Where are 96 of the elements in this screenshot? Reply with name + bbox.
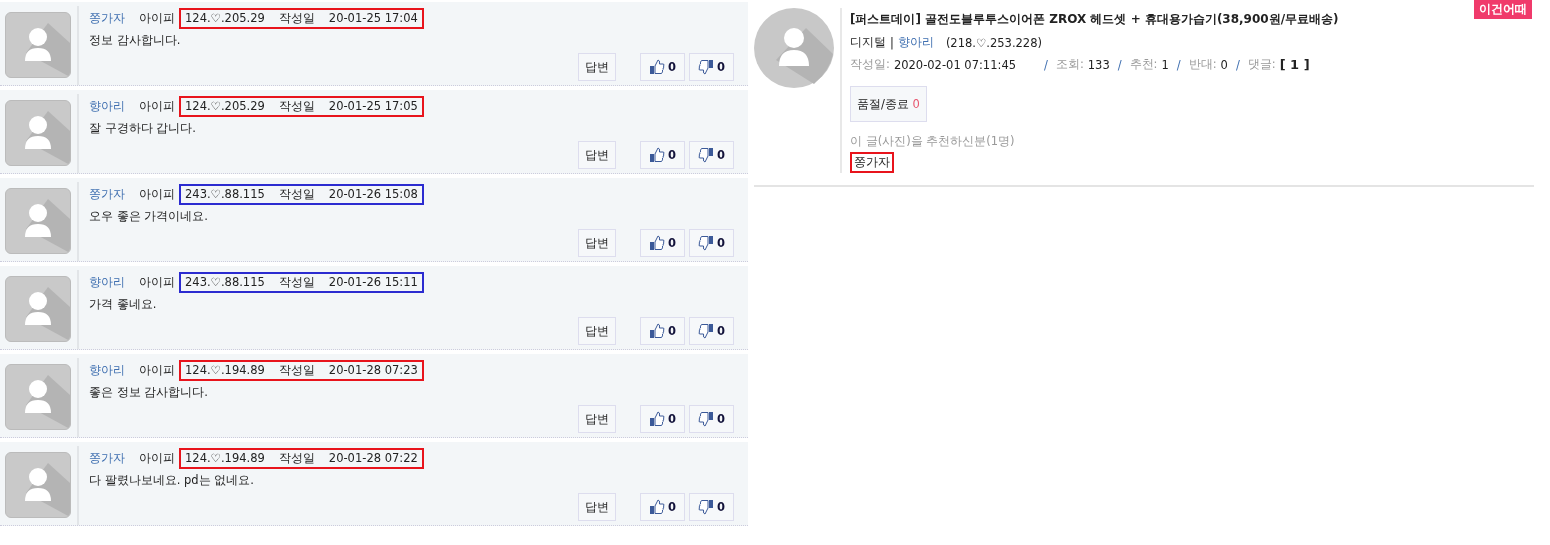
reply-button[interactable]: 답변	[577, 493, 616, 521]
date-label: 작성일	[278, 363, 315, 378]
recommend-badge: 이건어때	[1474, 0, 1532, 19]
avatar-icon	[5, 364, 71, 430]
avatar-icon	[5, 100, 71, 166]
thumbs-down-icon	[698, 411, 714, 427]
ip-address: 124.♡.205.29	[185, 99, 265, 114]
avatar-icon	[5, 276, 71, 342]
date-label: 작성일	[278, 11, 315, 26]
dislike-button[interactable]: 0	[689, 493, 734, 521]
date-label: 작성일	[278, 99, 315, 114]
thumbs-up-icon	[648, 411, 665, 427]
date-label: 작성일	[278, 187, 315, 202]
ip-address: 243.♡.88.115	[185, 275, 265, 290]
avatar-icon	[5, 188, 71, 254]
separator: /	[1176, 57, 1181, 72]
comment-text: 오우 좋은 가격이네요.	[89, 209, 209, 224]
separator: |	[890, 35, 894, 50]
ip-label: 아이피	[139, 363, 175, 378]
meta-label: 작성일:	[850, 57, 890, 72]
dislike-button[interactable]: 0	[689, 317, 734, 345]
comment-text: 다 팔렸나보네요. pd는 없네요.	[89, 473, 255, 488]
author-link[interactable]: 향아리	[89, 99, 125, 114]
comment-date: 20-01-26 15:08	[328, 187, 418, 202]
reply-button[interactable]: 답변	[577, 405, 616, 433]
recommender-name: 쫑가자	[850, 152, 894, 173]
dislike-button[interactable]: 0	[689, 405, 734, 433]
meta-label: 댓글:	[1247, 57, 1276, 72]
ip-label: 아이피	[139, 99, 175, 114]
like-button[interactable]: 0	[639, 229, 685, 257]
ip-address: 124.♡.205.29	[185, 11, 265, 26]
author-link[interactable]: 쫑가자	[89, 187, 125, 202]
thumbs-up-icon	[648, 323, 665, 339]
comment-date: 20-01-25 17:04	[328, 11, 418, 26]
date-label: 작성일	[278, 275, 315, 290]
comment-date: 20-01-28 07:23	[328, 363, 418, 378]
reply-button[interactable]: 답변	[577, 317, 616, 345]
reply-button[interactable]: 답변	[577, 229, 616, 257]
ip-label: 아이피	[139, 451, 175, 466]
meta-label: 추천:	[1129, 57, 1158, 72]
separator: /	[1117, 57, 1122, 72]
avatar-icon	[5, 452, 71, 518]
author-link[interactable]: 향아리	[897, 35, 934, 50]
post-title: [퍼스트데이] 골전도블루투스이어폰 ZROX 헤드셋 + 휴대용가습기(38,900원/무료배송)	[850, 11, 1339, 28]
meta-value: 2020-02-01 07:11:45	[893, 57, 1016, 72]
thumbs-down-icon	[698, 323, 714, 339]
ip-address: 124.♡.194.89	[185, 363, 265, 378]
author-link[interactable]: 향아리	[89, 363, 125, 378]
meta-value: 1	[1161, 57, 1169, 72]
thumbs-down-icon	[698, 59, 714, 75]
ip-address: 243.♡.88.115	[185, 187, 265, 202]
thumbs-up-icon	[648, 147, 665, 163]
ip-label: 아이피	[139, 275, 175, 290]
ip-label: 아이피	[139, 187, 175, 202]
comment-date: 20-01-28 07:22	[328, 451, 418, 466]
thumbs-down-icon	[698, 147, 714, 163]
meta-value: 133	[1087, 57, 1110, 72]
date-label: 작성일	[278, 451, 315, 466]
recommend-label: 이 글(사진)을 추천하신분(1명)	[850, 134, 1015, 149]
reply-button[interactable]: 답변	[577, 141, 616, 169]
thumbs-up-icon	[648, 499, 665, 515]
like-button[interactable]: 0	[639, 141, 685, 169]
ip-address: 124.♡.194.89	[185, 451, 265, 466]
avatar-icon	[5, 12, 71, 78]
comment-text: 정보 감사합니다.	[89, 33, 182, 48]
thumbs-down-icon	[698, 499, 714, 515]
separator: /	[1235, 57, 1240, 72]
separator: /	[1044, 57, 1048, 72]
author-link[interactable]: 쫑가자	[89, 451, 125, 466]
thumbs-down-icon	[698, 235, 714, 251]
meta-label: 조회:	[1055, 57, 1084, 72]
dislike-button[interactable]: 0	[689, 229, 734, 257]
thumbs-up-icon	[648, 235, 665, 251]
like-button[interactable]: 0	[639, 405, 685, 433]
comment-date: 20-01-25 17:05	[328, 99, 418, 114]
category-label: 디지털	[850, 35, 886, 50]
author-link[interactable]: 향아리	[89, 275, 125, 290]
soldout-button[interactable]: 품절/종료 0	[850, 86, 927, 122]
like-button[interactable]: 0	[639, 317, 685, 345]
meta-value: [ 1 ]	[1279, 57, 1310, 72]
dislike-button[interactable]: 0	[689, 141, 734, 169]
meta-label: 반대:	[1188, 57, 1217, 72]
like-button[interactable]: 0	[639, 53, 685, 81]
comment-text: 좋은 정보 감사합니다.	[89, 385, 209, 400]
thumbs-up-icon	[648, 59, 665, 75]
dislike-button[interactable]: 0	[689, 53, 734, 81]
reply-button[interactable]: 답변	[577, 53, 616, 81]
author-link[interactable]: 쫑가자	[89, 11, 125, 26]
ip-label: 아이피	[139, 11, 175, 26]
meta-value: 0	[1220, 57, 1228, 72]
ip-address: (218.♡.253.228)	[945, 35, 1042, 50]
avatar-icon	[754, 8, 834, 88]
comment-text: 잘 구경하다 갑니다.	[89, 121, 197, 136]
comment-date: 20-01-26 15:11	[328, 275, 418, 290]
like-button[interactable]: 0	[639, 493, 685, 521]
comment-text: 가격 좋네요.	[89, 297, 158, 312]
